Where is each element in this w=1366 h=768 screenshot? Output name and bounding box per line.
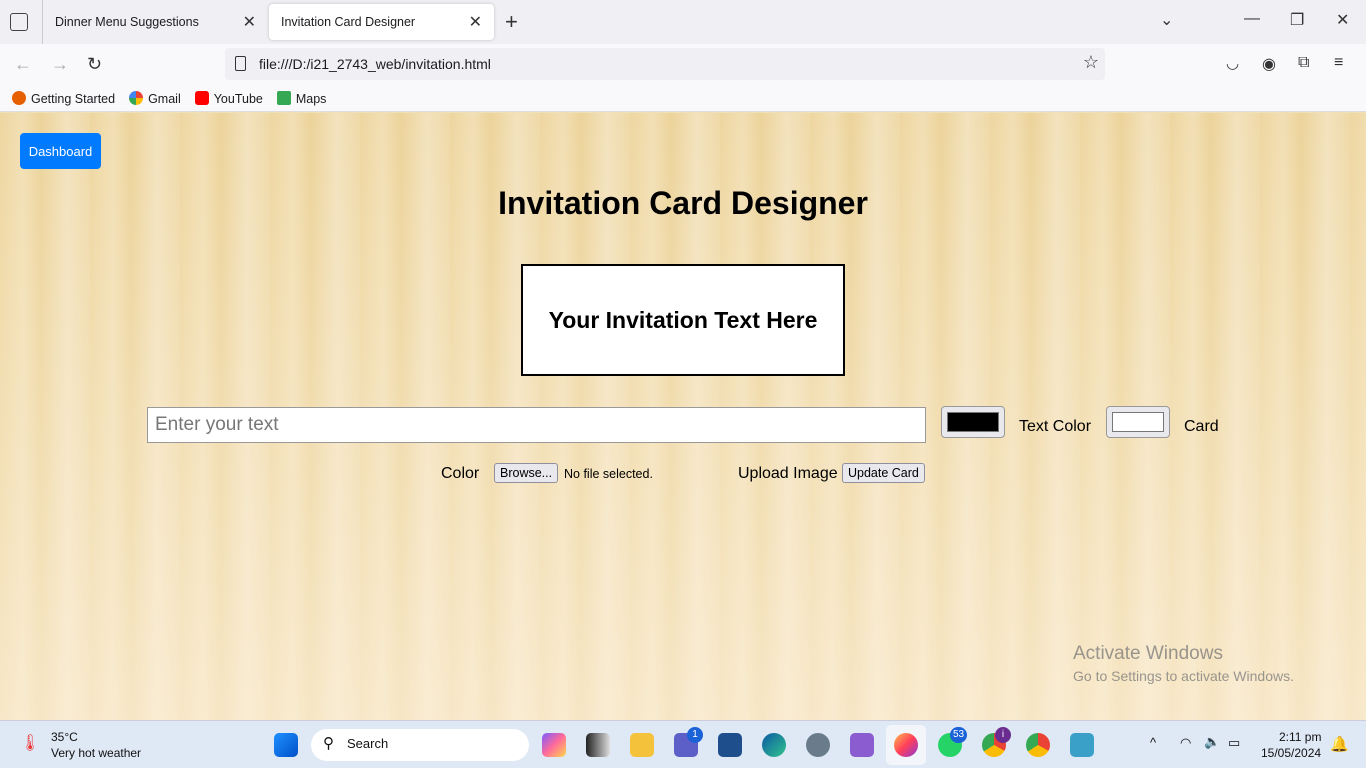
dashboard-button[interactable]: Dashboard <box>20 133 101 169</box>
notification-bell-icon[interactable]: 🔔 <box>1330 735 1349 753</box>
text-color-label: Text Color <box>1019 418 1092 435</box>
bookmark-getting-started[interactable]: Getting Started <box>12 91 115 106</box>
invitation-card-preview: Your Invitation Text Here <box>521 264 845 376</box>
start-icon[interactable] <box>274 733 298 757</box>
battery-icon[interactable]: ▭ <box>1228 735 1240 751</box>
weather-temp[interactable]: 35°C <box>51 730 78 744</box>
whatsapp-badge: 53 <box>950 727 968 743</box>
nav-bar: ← → ↻ file:///D:/i21_2743_web/invitation… <box>0 44 1366 86</box>
file-explorer-icon[interactable] <box>630 733 654 757</box>
pocket-icon[interactable]: ◡ <box>1226 54 1239 72</box>
forward-icon[interactable]: → <box>51 54 69 75</box>
card-color-label-cont: Color <box>441 465 480 482</box>
url-bar[interactable]: file:///D:/i21_2743_web/invitation.html ☆ <box>225 48 1105 80</box>
teams-badge: 1 <box>687 727 703 743</box>
tab-dinner-menu[interactable]: Dinner Menu Suggestions ✕ <box>43 4 268 40</box>
thermometer-icon: 🌡 <box>20 735 41 752</box>
bookmarks-bar: Getting Started Gmail YouTube Maps <box>0 86 1366 112</box>
page-content: Dashboard Invitation Card Designer Your … <box>0 113 1366 720</box>
clock-date[interactable]: 15/05/2024 <box>1261 746 1321 760</box>
tab-bar: Dinner Menu Suggestions ✕ Invitation Card… <box>0 0 1366 44</box>
bookmark-label: Gmail <box>148 92 181 106</box>
search-box[interactable]: ⚲ Search <box>311 729 529 761</box>
tab-invitation-designer[interactable]: Invitation Card Designer ✕ <box>269 4 494 40</box>
chevron-down-icon[interactable]: ⌄ <box>1160 10 1173 30</box>
account-icon[interactable]: ◉ <box>1262 54 1276 74</box>
menu-icon[interactable]: ≡ <box>1334 54 1343 72</box>
wifi-icon[interactable]: ◠ <box>1180 735 1191 751</box>
card-color-label: Card <box>1184 418 1219 435</box>
page-title: Invitation Card Designer <box>498 185 868 221</box>
store-icon[interactable] <box>718 733 742 757</box>
back-icon[interactable]: ← <box>14 54 32 75</box>
app-icon[interactable] <box>586 733 610 757</box>
page-icon <box>235 56 246 71</box>
clock-time[interactable]: 2:11 pm <box>1279 730 1321 744</box>
new-tab-icon[interactable]: + <box>505 9 518 35</box>
close-window-icon[interactable]: ✕ <box>1336 10 1349 30</box>
bookmark-label: YouTube <box>213 92 263 106</box>
search-label: Search <box>347 736 389 751</box>
bookmark-youtube[interactable]: YouTube <box>194 91 263 106</box>
close-icon[interactable]: ✕ <box>469 12 482 32</box>
minimize-icon[interactable]: — <box>1244 10 1260 28</box>
card-color-swatch <box>1112 412 1164 432</box>
reload-icon[interactable]: ↻ <box>87 54 102 75</box>
chevron-up-icon[interactable]: ^ <box>1150 735 1156 750</box>
close-icon[interactable]: ✕ <box>243 12 256 32</box>
copilot-icon[interactable] <box>542 733 566 757</box>
upload-image-label: Upload Image <box>738 465 838 482</box>
search-icon: ⚲ <box>323 735 334 752</box>
invitation-text-input[interactable] <box>147 407 926 443</box>
update-card-button[interactable]: Update Card <box>842 463 925 483</box>
watermark-title: Activate Windows <box>1073 643 1223 664</box>
bookmark-label: Maps <box>295 92 327 106</box>
volume-icon[interactable]: 🔈 <box>1204 734 1220 750</box>
chrome-badge: i <box>995 727 1011 743</box>
firefox-icon <box>12 91 26 105</box>
visual-studio-icon[interactable] <box>850 733 874 757</box>
notepad-icon[interactable] <box>1070 733 1094 757</box>
card-color-picker[interactable] <box>1106 406 1170 438</box>
edge-icon[interactable] <box>762 733 786 757</box>
extensions-icon[interactable]: ⧉ <box>1298 54 1309 72</box>
tab-list-icon[interactable] <box>10 13 28 31</box>
url-text: file:///D:/i21_2743_web/invitation.html <box>259 56 491 72</box>
tab-label: Invitation Card Designer <box>281 15 416 29</box>
tab-label: Dinner Menu Suggestions <box>55 15 199 29</box>
watermark-subtitle: Go to Settings to activate Windows. <box>1073 668 1294 684</box>
bookmark-label: Getting Started <box>31 92 116 106</box>
app-icon[interactable] <box>806 733 830 757</box>
browse-button[interactable]: Browse... <box>494 463 559 483</box>
youtube-icon <box>194 91 209 105</box>
file-status: No file selected. <box>564 467 653 481</box>
star-icon[interactable]: ☆ <box>1083 52 1099 73</box>
google-icon <box>129 91 144 105</box>
maximize-icon[interactable]: ❐ <box>1290 10 1304 30</box>
bookmark-maps[interactable]: Maps <box>276 91 327 106</box>
firefox-icon[interactable] <box>894 733 918 757</box>
text-color-picker[interactable] <box>941 406 1005 438</box>
text-color-swatch <box>947 412 999 432</box>
maps-icon <box>276 91 291 105</box>
activate-windows-watermark: Activate Windows Go to Settings to activa… <box>1073 643 1294 684</box>
weather-desc[interactable]: Very hot weather <box>51 746 141 760</box>
taskbar: 🌡 35°C Very hot weather ⚲ Search 1 53 i ^… <box>0 720 1366 768</box>
chrome-icon[interactable] <box>1026 733 1050 757</box>
bookmark-gmail[interactable]: Gmail <box>129 91 181 106</box>
